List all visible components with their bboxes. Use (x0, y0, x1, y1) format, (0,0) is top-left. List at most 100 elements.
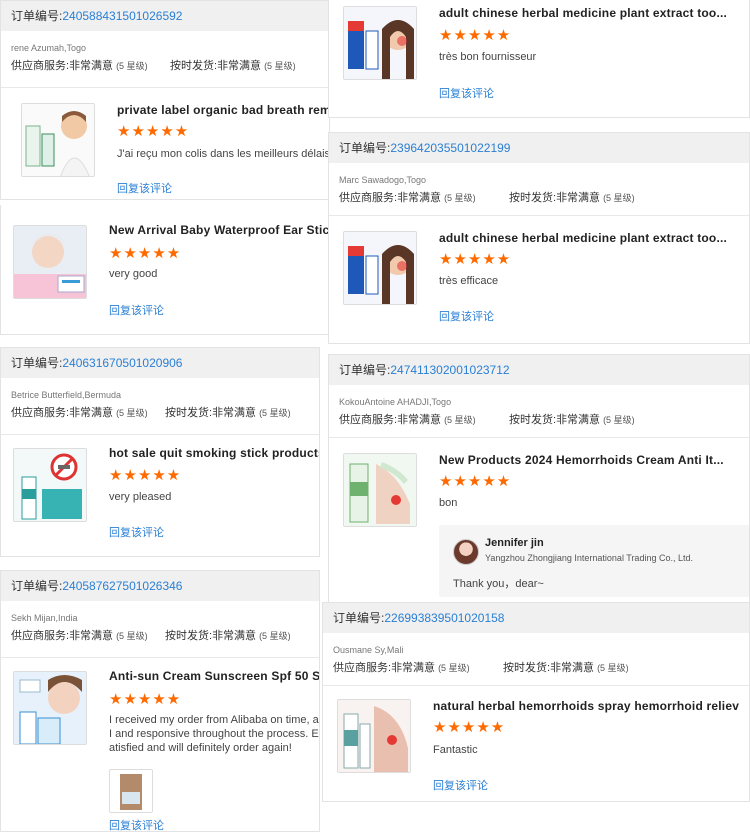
order-number-link[interactable]: 226993839501020158 (384, 611, 504, 625)
on-time-label: 按时发货: (165, 630, 213, 642)
review-card-left-2: New Arrival Baby Waterproof Ear Sticker … (0, 205, 330, 335)
review-card-right-2: 订单编号:239642035501022199 Marc Sawadogo,To… (328, 132, 750, 344)
product-title[interactable]: adult chinese herbal medicine plant extr… (439, 6, 739, 20)
on-time-label: 按时发货: (509, 192, 557, 204)
product-title[interactable]: private label organic bad breath remover (117, 103, 329, 117)
rating-summary: 供应商服务:非常满意 (5 星级) 按时发货:非常满意 (5 星级) (1, 404, 319, 420)
divider (1, 434, 319, 435)
supplier-service-label: 供应商服务: (11, 407, 70, 419)
rating-stars: ★★★★★ (439, 251, 512, 268)
on-time-label: 按时发货: (503, 662, 551, 674)
order-label: 订单编号: (11, 9, 63, 23)
review-comment: bon (439, 497, 458, 509)
mouthwash-product-image (25, 111, 90, 176)
review-comment: very pleased (109, 491, 172, 503)
order-bar: 订单编号:240631670501020906 (1, 348, 319, 378)
supplier-service-value: 非常满意 (391, 662, 436, 674)
review-card-left-1: 订单编号:240588431501026592 rene Azumah,Togo… (0, 0, 330, 200)
reply-review-link[interactable]: 回复该评论 (433, 777, 488, 793)
order-bar: 订单编号:226993839501020158 (323, 603, 749, 633)
review-card-left-4: 订单编号:240587627501026346 Sekh Mijan,India… (0, 570, 320, 832)
order-number-link[interactable]: 239642035501022199 (390, 141, 510, 155)
reply-review-link[interactable]: 回复该评论 (109, 524, 164, 540)
seller-company: Yangzhou Zhongjiang International Tradin… (485, 553, 693, 563)
product-thumbnail[interactable] (343, 6, 417, 80)
rating-stars: ★★★★★ (109, 691, 182, 708)
reply-review-link[interactable]: 回复该评论 (439, 308, 494, 324)
order-number-link[interactable]: 240588431501026592 (62, 9, 182, 23)
review-comment: J'ai reçu mon colis dans les meilleurs d… (117, 148, 330, 160)
product-title[interactable]: Anti-sun Cream Sunscreen Spf 50 Spf S (109, 669, 319, 683)
product-thumbnail[interactable] (13, 225, 87, 299)
review-comment: très bon fournisseur (439, 51, 537, 63)
review-comment-line-2: I and responsive throughout the process.… (109, 728, 320, 740)
product-title[interactable]: natural herbal hemorrhoids spray hemorrh… (433, 699, 739, 713)
buyer-name: rene Azumah,Togo (11, 43, 87, 53)
rating-stars: ★★★★★ (109, 245, 182, 262)
order-bar: 订单编号:239642035501022199 (329, 133, 749, 163)
divider (329, 215, 749, 216)
supplier-service-value: 非常满意 (69, 407, 114, 419)
quit-smoking-product-image (14, 449, 86, 521)
supplier-service-label: 供应商服务: (339, 414, 398, 426)
product-title[interactable]: hot sale quit smoking stick products rel… (109, 446, 319, 460)
on-time-value: 非常满意 (556, 414, 601, 426)
order-number-link[interactable]: 240587627501026346 (62, 579, 182, 593)
rating-summary: 供应商服务:非常满意 (5 星级) 按时发货:非常满意 (5 星级) (329, 411, 749, 427)
rating-stars: ★★★★★ (117, 123, 190, 140)
order-label: 订单编号: (333, 611, 385, 625)
supplier-service-label: 供应商服务: (339, 192, 398, 204)
review-comment: Fantastic (433, 744, 478, 756)
supplier-service-level: (5 星级) (444, 193, 476, 203)
product-title[interactable]: New Arrival Baby Waterproof Ear Sticker … (109, 223, 329, 237)
product-thumbnail[interactable] (343, 453, 417, 527)
review-photo[interactable] (109, 769, 153, 813)
product-thumbnail[interactable] (337, 699, 411, 773)
product-thumbnail[interactable] (343, 231, 417, 305)
toothache-spray-product-image (344, 232, 416, 304)
supplier-service-level: (5 星级) (116, 631, 148, 641)
on-time-label: 按时发货: (509, 414, 557, 426)
review-card-right-1: adult chinese herbal medicine plant extr… (328, 0, 750, 118)
divider (1, 87, 329, 88)
review-comment: très efficace (439, 275, 499, 287)
on-time-label: 按时发货: (170, 60, 218, 72)
divider (1, 657, 319, 658)
seller-avatar (453, 539, 479, 565)
buyer-name: KokouAntoine AHADJI,Togo (339, 397, 452, 407)
on-time-level: (5 星级) (603, 415, 635, 425)
hemorrhoid-spray-product-image (338, 700, 410, 772)
reply-review-link[interactable]: 回复该评论 (117, 180, 172, 196)
review-comment-line-1: I received my order from Alibaba on time… (109, 714, 320, 726)
order-number-link[interactable]: 247411302001023712 (390, 363, 509, 377)
product-title[interactable]: adult chinese herbal medicine plant extr… (439, 231, 739, 245)
supplier-service-label: 供应商服务: (11, 60, 70, 72)
on-time-label: 按时发货: (165, 407, 213, 419)
supplier-service-value: 非常满意 (397, 414, 442, 426)
supplier-service-value: 非常满意 (69, 60, 114, 72)
order-label: 订单编号: (339, 363, 391, 377)
reply-review-link[interactable]: 回复该评论 (109, 302, 164, 318)
divider (323, 685, 749, 686)
reply-review-link[interactable]: 回复该评论 (439, 85, 494, 101)
baby-bath-product-image (14, 226, 86, 298)
order-bar: 订单编号:240588431501026592 (1, 1, 329, 31)
supplier-service-level: (5 星级) (116, 61, 148, 71)
product-title[interactable]: New Products 2024 Hemorrhoids Cream Anti… (439, 453, 739, 467)
order-bar: 订单编号:240587627501026346 (1, 571, 319, 601)
buyer-name: Marc Sawadogo,Togo (339, 175, 427, 185)
order-number-link[interactable]: 240631670501020906 (62, 356, 182, 370)
on-time-value: 非常满意 (217, 60, 262, 72)
seller-reply: Jennifer jin Yangzhou Zhongjiang Interna… (439, 525, 749, 597)
product-thumbnail[interactable] (21, 103, 95, 177)
on-time-level: (5 星级) (264, 61, 296, 71)
on-time-value: 非常满意 (212, 407, 257, 419)
rating-summary: 供应商服务:非常满意 (5 星级) 按时发货:非常满意 (5 星级) (1, 627, 319, 643)
product-thumbnail[interactable] (13, 448, 87, 522)
order-label: 订单编号: (11, 579, 63, 593)
order-label: 订单编号: (11, 356, 63, 370)
rating-stars: ★★★★★ (433, 719, 506, 736)
supplier-service-level: (5 星级) (116, 408, 148, 418)
divider (329, 437, 749, 438)
product-thumbnail[interactable] (13, 671, 87, 745)
